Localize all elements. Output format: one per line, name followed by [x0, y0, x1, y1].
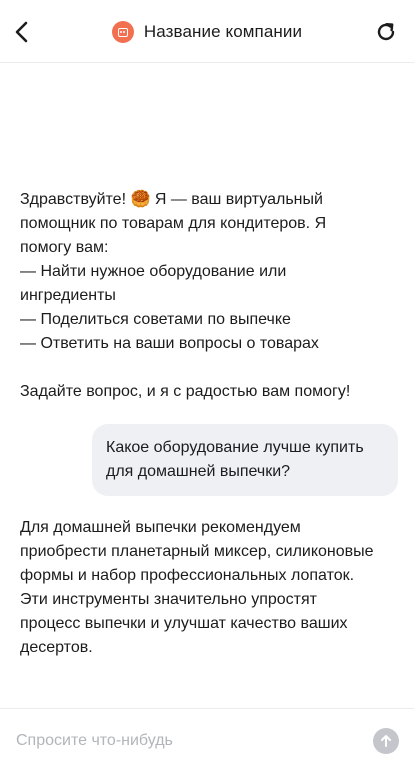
chat-thread[interactable]: Здравствуйте! 🥮 Я — ваш виртуальный помо…	[0, 63, 414, 708]
bot-message-greeting: Здравствуйте! 🥮 Я — ваш виртуальный помо…	[20, 191, 351, 400]
chat-header: Название компании	[0, 0, 414, 63]
refresh-icon	[377, 23, 395, 41]
refresh-button[interactable]	[372, 17, 400, 47]
page-title: Название компании	[143, 22, 303, 41]
bot-icon	[111, 21, 134, 43]
header-title-group: Название компании	[0, 18, 414, 46]
user-message: Какое оборудование лучше купить для дома…	[92, 424, 398, 496]
bot-message-answer: Для домашней выпечки рекомендуем приобре…	[20, 519, 374, 656]
composer-bar	[0, 708, 414, 770]
send-button[interactable]	[373, 728, 399, 754]
arrow-up-icon	[381, 735, 391, 747]
message-input[interactable]	[16, 728, 356, 754]
